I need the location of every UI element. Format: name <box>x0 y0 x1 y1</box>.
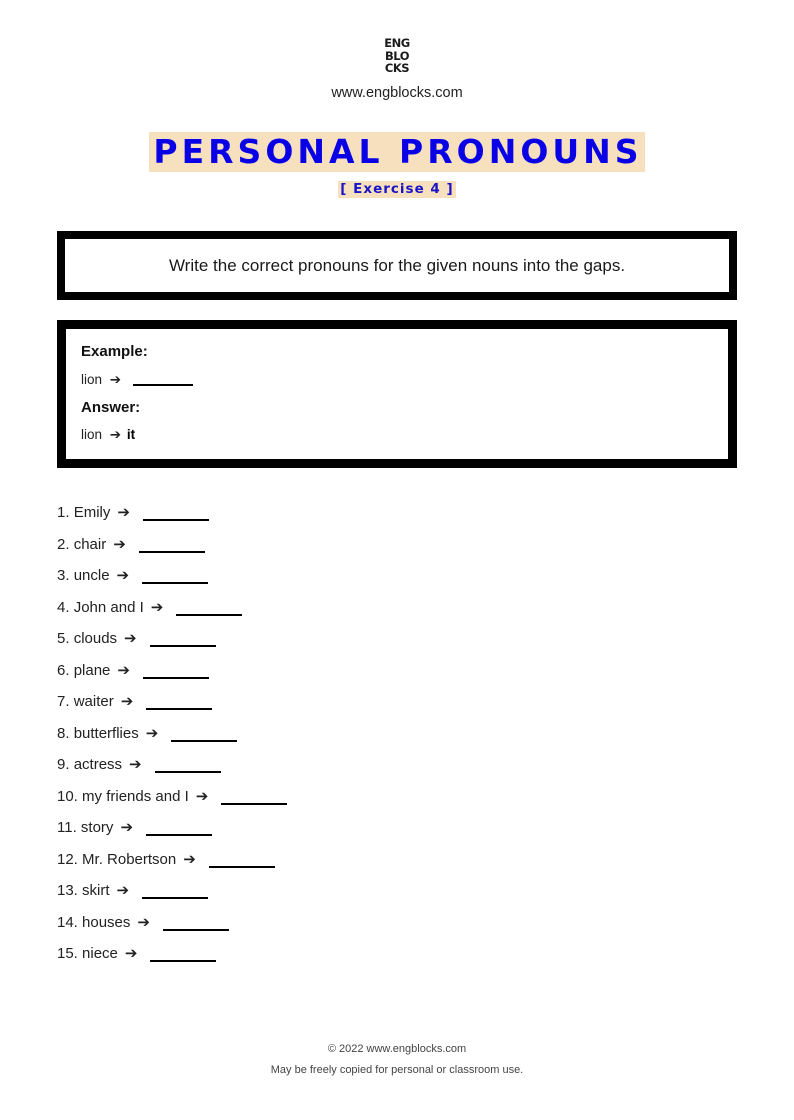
item-noun: plane <box>73 661 111 679</box>
exercise-item: 10. my friends and I ➔ <box>57 787 288 819</box>
example-blank <box>132 383 193 386</box>
answer-blank[interactable] <box>154 770 221 773</box>
answer-blank[interactable] <box>146 833 213 836</box>
answer-label: Answer: <box>81 399 141 416</box>
answer-noun: lion <box>81 427 103 442</box>
item-noun: Mr. Robertson <box>82 850 177 868</box>
answer-blank[interactable] <box>208 865 275 868</box>
arrow-icon: ➔ <box>150 598 164 616</box>
arrow-icon: ➔ <box>116 567 130 584</box>
exercise-list: 1. Emily ➔ 2. chair ➔ 3. uncle ➔ 4. John and I… <box>57 503 288 976</box>
website-url: www.engblocks.com <box>331 85 463 101</box>
item-number: 5. <box>57 630 70 647</box>
item-number: 15. <box>57 945 78 962</box>
arrow-icon: ➔ <box>117 661 130 679</box>
exercise-item: 9. actress ➔ <box>57 755 287 787</box>
item-number: 6. <box>57 661 70 679</box>
arrow-icon: ➔ <box>183 850 196 868</box>
item-noun: niece <box>82 945 118 962</box>
item-number: 12. <box>57 850 78 868</box>
answer-value: it <box>126 427 136 442</box>
license-text: May be freely copied for personal or cla… <box>270 1064 524 1076</box>
item-number: 11. <box>57 819 77 836</box>
answer-blank[interactable] <box>171 739 238 742</box>
example-label: Example: <box>81 343 148 360</box>
item-noun: butterflies <box>73 724 139 742</box>
item-noun: John and I <box>73 598 144 616</box>
exercise-item: 13. skirt ➔ <box>57 881 287 913</box>
item-noun: skirt <box>82 882 110 899</box>
item-noun: waiter <box>73 693 114 710</box>
item-number: 4. <box>57 598 70 616</box>
item-noun: story <box>80 819 114 836</box>
arrow-icon: ➔ <box>137 913 150 931</box>
exercise-item: 12. Mr. Robertson ➔ <box>57 850 287 882</box>
answer-blank[interactable] <box>149 644 216 647</box>
page-title: PERSONAL PRONOUNS <box>149 132 645 172</box>
logo-line: ENG <box>384 36 410 50</box>
arrow-icon: ➔ <box>124 945 138 962</box>
instruction-box: Write the correct pronouns for the given… <box>57 231 737 300</box>
answer-blank[interactable] <box>162 928 229 931</box>
answer-blank[interactable] <box>142 896 209 899</box>
exercise-item: 8. butterflies ➔ <box>57 724 287 756</box>
exercise-item: 6. plane ➔ <box>57 661 287 693</box>
example-noun: lion <box>81 372 103 387</box>
exercise-item: 2. chair ➔ <box>57 535 287 567</box>
exercise-item: 1. Emily ➔ <box>57 503 287 535</box>
exercise-item: 5. clouds ➔ <box>57 629 287 661</box>
arrow-icon: ➔ <box>145 724 159 742</box>
answer-line: lion ➔ it <box>81 427 135 443</box>
item-number: 13. <box>57 882 78 899</box>
engblocks-logo: ENG BLO CKS <box>0 37 794 75</box>
copyright-text: © 2022 www.engblocks.com <box>327 1043 467 1055</box>
arrow-icon: ➔ <box>117 504 130 521</box>
arrow-icon: ➔ <box>124 630 137 647</box>
arrow-icon: ➔ <box>120 693 134 710</box>
arrow-icon: ➔ <box>116 882 130 899</box>
item-number: 8. <box>57 724 70 742</box>
item-number: 9. <box>57 756 70 773</box>
logo-line: CKS <box>384 61 410 75</box>
exercise-item: 15. niece ➔ <box>57 944 287 976</box>
exercise-item: 14. houses ➔ <box>57 913 287 945</box>
exercise-label: [ Exercise 4 ] <box>338 181 456 198</box>
item-noun: uncle <box>73 567 110 584</box>
item-number: 7. <box>57 693 70 710</box>
item-number: 2. <box>57 535 70 553</box>
example-box: Example: lion ➔ Answer: lion ➔ it <box>57 320 737 468</box>
answer-blank[interactable] <box>138 550 205 553</box>
item-noun: chair <box>73 535 107 553</box>
item-noun: Emily <box>73 504 111 521</box>
answer-blank[interactable] <box>142 676 209 679</box>
answer-blank[interactable] <box>176 613 243 616</box>
item-number: 1. <box>57 504 70 521</box>
answer-blank[interactable] <box>221 802 288 805</box>
item-noun: houses <box>82 913 131 931</box>
exercise-item: 11. story ➔ <box>57 818 287 850</box>
arrow-icon: ➔ <box>195 787 209 805</box>
instruction-text: Write the correct pronouns for the given… <box>168 255 626 275</box>
answer-blank[interactable] <box>146 707 213 710</box>
item-number: 3. <box>57 567 70 584</box>
arrow-icon: ➔ <box>120 819 134 836</box>
item-noun: clouds <box>73 630 118 647</box>
answer-blank[interactable] <box>150 959 217 962</box>
answer-blank[interactable] <box>142 518 209 521</box>
item-number: 10. <box>57 787 78 805</box>
arrow-icon: ➔ <box>109 427 122 442</box>
exercise-item: 7. waiter ➔ <box>57 692 287 724</box>
arrow-icon: ➔ <box>113 535 126 553</box>
exercise-item: 3. uncle ➔ <box>57 566 287 598</box>
example-line: lion ➔ <box>81 372 193 388</box>
item-number: 14. <box>57 913 78 931</box>
item-noun: my friends and I <box>82 787 189 805</box>
arrow-icon: ➔ <box>129 756 142 773</box>
item-noun: actress <box>73 756 123 773</box>
exercise-item: 4. John and I ➔ <box>57 598 287 630</box>
arrow-icon: ➔ <box>109 372 122 387</box>
answer-blank[interactable] <box>142 581 209 584</box>
